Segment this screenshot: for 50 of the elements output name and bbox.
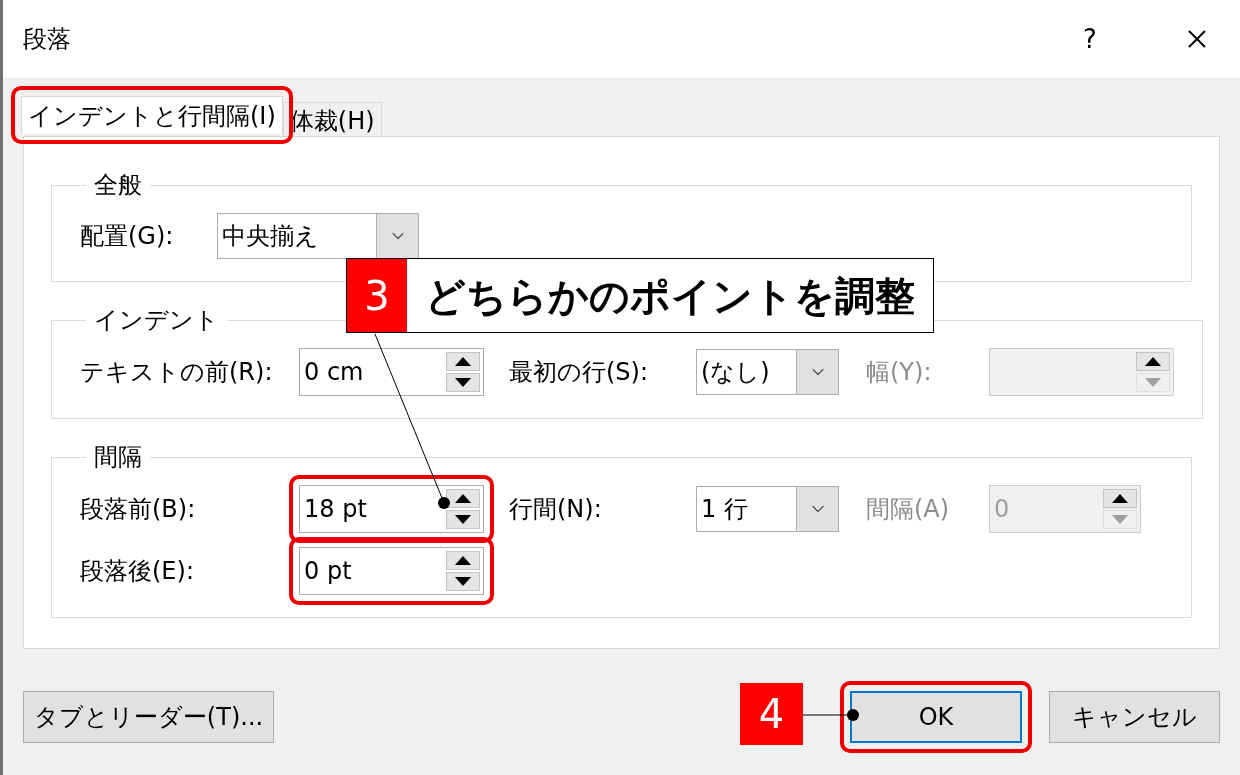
dialog-button[interactable]: タブとリーダー(T)... bbox=[23, 691, 274, 743]
down-arrow-icon bbox=[455, 378, 471, 387]
step-number: 3 bbox=[347, 259, 407, 332]
field-label: 間隔(A) bbox=[866, 494, 951, 525]
dropdown[interactable]: (なし) bbox=[696, 349, 839, 395]
dropdown[interactable]: 1 行 bbox=[696, 486, 839, 532]
spin-up-button[interactable] bbox=[446, 489, 480, 508]
spin-up-button[interactable] bbox=[446, 551, 480, 570]
down-arrow-icon bbox=[455, 515, 471, 524]
number-field[interactable]: 18 pt bbox=[304, 491, 367, 527]
field-label: 最初の行(S): bbox=[509, 357, 650, 388]
number-field[interactable]: 0 cm bbox=[304, 354, 364, 390]
field-label: テキストの前(R): bbox=[80, 357, 274, 388]
dropdown-value: (なし) bbox=[701, 357, 770, 388]
window-title: 段落 bbox=[23, 24, 71, 55]
field-label: 段落前(B): bbox=[80, 494, 197, 525]
up-arrow-icon bbox=[455, 556, 471, 565]
up-arrow-icon bbox=[1145, 357, 1161, 366]
callout-text: どちらかのポイントを調整 bbox=[424, 271, 916, 321]
up-arrow-icon bbox=[455, 357, 471, 366]
tab[interactable]: インデントと行間隔(I) bbox=[21, 96, 283, 134]
help-button[interactable]: ? bbox=[1070, 19, 1110, 59]
group-title: インデント bbox=[93, 305, 220, 336]
spin-down-button[interactable] bbox=[446, 510, 480, 529]
group-title: 間隔 bbox=[93, 442, 143, 473]
dialog-button[interactable]: OK bbox=[850, 691, 1022, 743]
field-label: 配置(G): bbox=[80, 221, 175, 252]
field-label: 行間(N): bbox=[509, 494, 603, 525]
leader-line bbox=[803, 709, 859, 721]
tab[interactable]: 体裁(H) bbox=[282, 102, 382, 136]
up-arrow-icon bbox=[455, 494, 471, 503]
spin-down-button[interactable] bbox=[446, 572, 480, 591]
spin-up-button[interactable] bbox=[446, 352, 480, 371]
spin-box[interactable]: 0 cm bbox=[299, 348, 484, 396]
dropdown[interactable]: 中央揃え bbox=[217, 213, 419, 259]
dialog-button[interactable]: キャンセル bbox=[1049, 691, 1220, 743]
field-label: 幅(Y): bbox=[866, 357, 933, 388]
dropdown-value: 中央揃え bbox=[222, 221, 319, 252]
step-number: 4 bbox=[740, 683, 803, 745]
number-field[interactable]: 0 pt bbox=[304, 553, 352, 589]
group-title: 全般 bbox=[93, 170, 143, 201]
field-label: 段落後(E): bbox=[80, 556, 195, 587]
dropdown-value: 1 行 bbox=[701, 494, 748, 525]
down-arrow-icon bbox=[455, 577, 471, 586]
up-arrow-icon bbox=[1112, 494, 1128, 503]
spin-down-button[interactable] bbox=[446, 373, 480, 392]
spin-box[interactable]: 0 pt bbox=[299, 547, 484, 595]
spin-box[interactable]: 18 pt bbox=[299, 485, 484, 533]
down-arrow-icon bbox=[1145, 378, 1161, 387]
down-arrow-icon bbox=[1112, 515, 1128, 524]
